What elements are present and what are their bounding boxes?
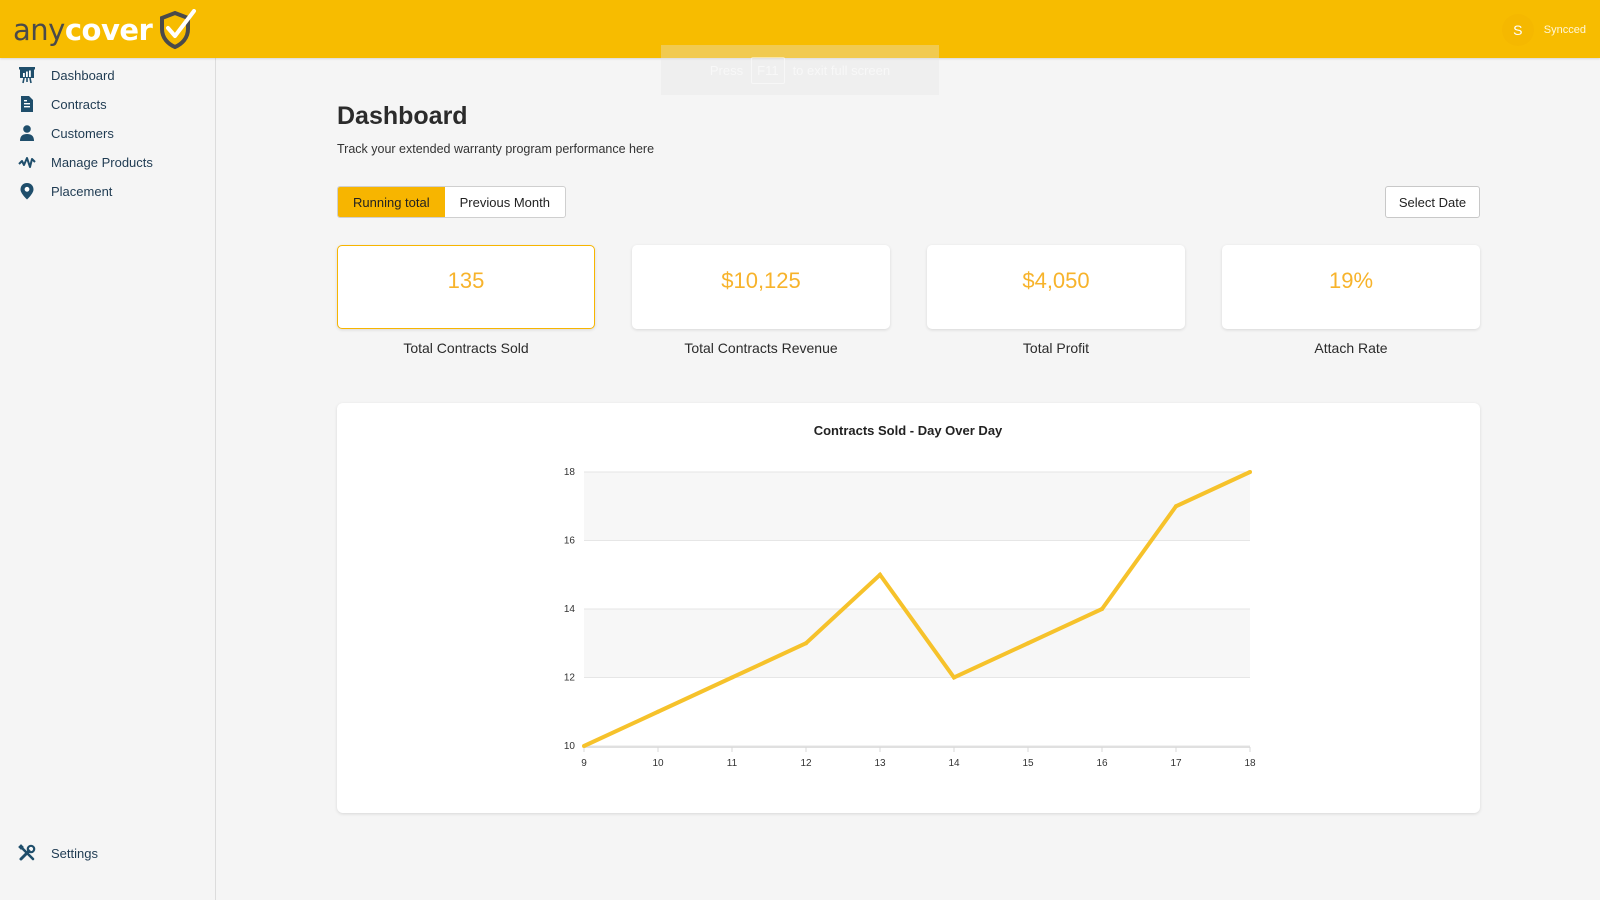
kpi-label: Attach Rate xyxy=(1314,340,1388,356)
x-tick-label: 14 xyxy=(948,758,960,769)
data-point xyxy=(1174,504,1178,509)
y-tick-label: 10 xyxy=(564,741,576,752)
logo-text-cover: cover xyxy=(64,13,153,47)
fullscreen-notice-suffix: to exit full screen xyxy=(792,62,891,78)
x-tick-label: 13 xyxy=(874,758,886,769)
page-subtitle: Track your extended warranty program per… xyxy=(337,142,655,156)
data-point xyxy=(1248,470,1252,474)
data-point xyxy=(878,572,882,577)
sidebar-item-contracts[interactable]: Contracts xyxy=(0,91,215,117)
document-icon xyxy=(17,94,37,114)
data-point xyxy=(952,675,956,680)
logo-text-any: any xyxy=(13,13,65,47)
fullscreen-notice-key: F11 xyxy=(751,56,785,84)
kpi-value: $10,125 xyxy=(721,267,801,293)
chart-card: Contracts Sold - Day Over Day 10 12 14 16 18… xyxy=(337,403,1480,813)
fullscreen-notice-prefix: Press xyxy=(709,62,744,78)
map-pin-icon xyxy=(17,181,37,201)
sidebar-item-placement[interactable]: Placement xyxy=(0,178,215,204)
sidebar-item-label: Contracts xyxy=(51,96,107,112)
x-tick-label: 12 xyxy=(800,758,812,769)
x-tick-label: 9 xyxy=(581,758,587,769)
grid-band xyxy=(584,472,1250,541)
kpi-label: Total Profit xyxy=(1022,340,1090,356)
x-tick-label: 15 xyxy=(1022,758,1034,769)
toggle-running-total[interactable]: Running total xyxy=(338,187,445,217)
activity-icon xyxy=(17,152,37,172)
contracts-line-chart: Contracts Sold - Day Over Day 10 12 14 16 18… xyxy=(564,423,1256,769)
kpi-value: 19% xyxy=(1328,267,1374,293)
x-tick-label: 10 xyxy=(652,758,664,769)
page-title: Dashboard xyxy=(337,102,468,130)
tools-icon xyxy=(17,843,37,863)
sidebar-item-label: Manage Products xyxy=(51,154,153,170)
shield-check-icon xyxy=(160,9,197,50)
user-avatar[interactable]: S xyxy=(1501,14,1534,46)
toggle-previous-month[interactable]: Previous Month xyxy=(445,187,565,217)
kpi-card-attach-rate[interactable]: 19% xyxy=(1222,245,1480,329)
sidebar-item-label: Dashboard xyxy=(51,67,115,83)
presentation-chart-icon xyxy=(17,65,37,85)
sync-status: Syncced xyxy=(1543,24,1586,36)
kpi-card-total-profit[interactable]: $4,050 xyxy=(927,245,1185,329)
grid-band xyxy=(584,609,1250,678)
data-point xyxy=(804,641,808,646)
anycover-logo[interactable]: any cover xyxy=(13,9,198,51)
x-tick-label: 11 xyxy=(727,758,738,769)
sidebar-item-label: Placement xyxy=(51,183,113,199)
data-point xyxy=(1026,641,1030,646)
data-point xyxy=(656,709,660,714)
kpi-card-total-contracts-sold[interactable]: 135 xyxy=(337,245,595,329)
sidebar-item-manage-products[interactable]: Manage Products xyxy=(0,149,215,175)
data-point xyxy=(1100,607,1104,611)
x-tick-label: 16 xyxy=(1096,758,1108,769)
kpi-label: Total Contracts Sold xyxy=(403,340,529,356)
chart-title: Contracts Sold - Day Over Day xyxy=(814,423,1003,438)
sidebar-item-dashboard[interactable]: Dashboard xyxy=(0,62,215,88)
kpi-value: 135 xyxy=(447,267,485,293)
kpi-card-total-contracts-revenue[interactable]: $10,125 xyxy=(632,245,890,329)
y-tick-label: 12 xyxy=(564,673,576,684)
kpi-value: $4,050 xyxy=(1022,267,1090,293)
period-toggle: Running total Previous Month xyxy=(337,186,566,218)
data-point xyxy=(730,675,734,680)
fullscreen-notice: Press F11 to exit full screen xyxy=(661,45,939,95)
x-tick-label: 17 xyxy=(1170,758,1182,769)
sidebar-item-settings[interactable]: Settings xyxy=(0,840,215,866)
user-icon xyxy=(17,123,37,143)
select-date-button[interactable]: Select Date xyxy=(1385,186,1480,218)
x-tick-label: 18 xyxy=(1244,758,1256,769)
y-tick-label: 14 xyxy=(564,604,576,615)
sidebar-item-customers[interactable]: Customers xyxy=(0,120,215,146)
sidebar-item-label: Settings xyxy=(51,845,98,861)
kpi-label: Total Contracts Revenue xyxy=(684,340,838,356)
sidebar-item-label: Customers xyxy=(51,125,114,141)
y-tick-label: 18 xyxy=(564,467,576,478)
user-area: S Syncced xyxy=(1501,14,1586,46)
y-tick-label: 16 xyxy=(564,536,576,547)
data-point xyxy=(582,744,586,748)
sidebar: Dashboard Contracts Customers Manage Pro… xyxy=(0,58,216,900)
